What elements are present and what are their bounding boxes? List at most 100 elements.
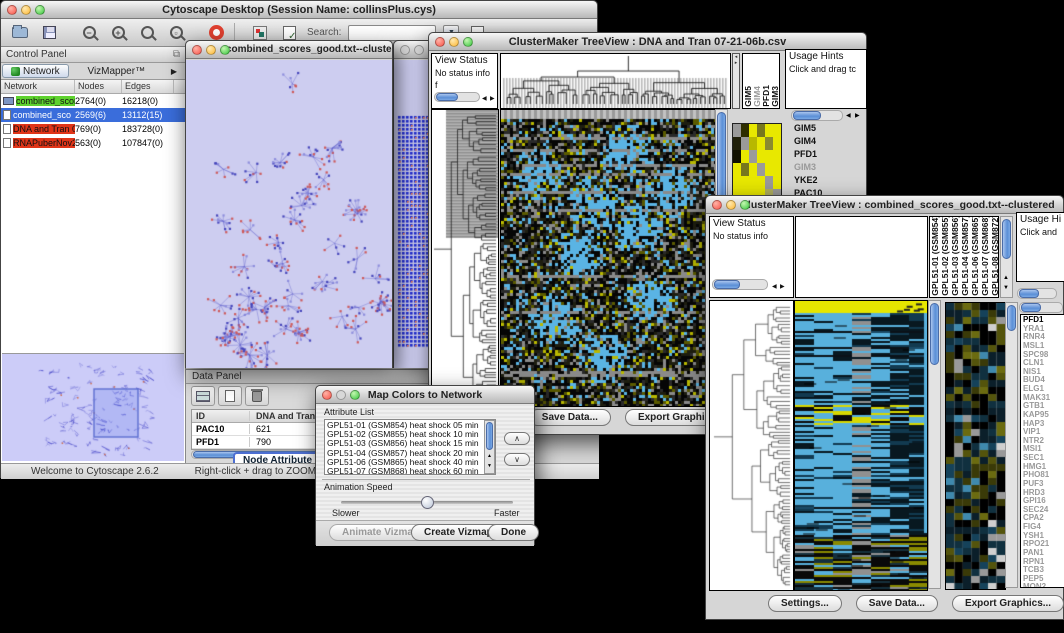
close-icon[interactable] — [192, 45, 202, 55]
tv2-gene-label[interactable]: MON2 — [1023, 583, 1063, 588]
tv1-column-dendrogram[interactable] — [500, 53, 731, 109]
heatmap-cell[interactable] — [749, 150, 757, 163]
heatmap-cell[interactable] — [749, 163, 757, 176]
tv1-zoom-heatmap[interactable] — [732, 123, 782, 203]
tv1-zoom-row-label[interactable]: PFD1 — [794, 148, 822, 161]
tv2-button[interactable]: Export Graphics... — [952, 595, 1064, 612]
treeview2-titlebar[interactable]: ClusterMaker TreeView : combined_scores_… — [706, 196, 1063, 214]
heatmap-cell[interactable] — [757, 124, 765, 137]
heatmap-cell[interactable] — [773, 176, 781, 189]
zoom-fit-icon[interactable] — [136, 23, 158, 43]
scroll-up-icon[interactable]: ▲ — [1003, 275, 1009, 281]
tv2-global-heatmap[interactable] — [794, 300, 928, 591]
tv1-status-scroll-thumb[interactable] — [436, 93, 458, 101]
minimize-icon[interactable] — [206, 45, 216, 55]
birdseye-canvas[interactable] — [2, 355, 184, 461]
attribute-select-button[interactable] — [191, 386, 215, 406]
scroll-left-icon[interactable]: ◀ — [772, 281, 777, 293]
tv1-mini-scrollbar[interactable]: ◂▸ — [732, 53, 740, 109]
minimize-icon[interactable] — [726, 200, 736, 210]
network-list-row[interactable]: combined_sco2569(6)13112(15) — [1, 108, 185, 122]
scroll-right-icon[interactable]: ▶ — [780, 281, 785, 293]
tab-network[interactable]: Network — [2, 64, 69, 78]
heatmap-cell[interactable] — [749, 137, 757, 150]
zoom-window-icon[interactable] — [35, 5, 45, 15]
zoom-in-icon[interactable]: + — [107, 23, 129, 43]
heatmap-cell[interactable] — [749, 176, 757, 189]
attribute-list-vscrollbar[interactable]: ▲ ▼ — [484, 420, 495, 474]
heatmap-cell[interactable] — [757, 176, 765, 189]
network1-titlebar[interactable]: combined_scores_good.txt--cluste... — [186, 41, 392, 59]
heatmap-cell[interactable] — [733, 137, 741, 150]
tv2-column-label[interactable]: GPL51-07 (GSM868) — [981, 216, 990, 296]
tab-overflow-arrow-icon[interactable]: ▶ — [163, 63, 185, 79]
move-down-button[interactable]: ∨ — [504, 453, 530, 466]
scroll-down-icon[interactable]: ▼ — [487, 463, 492, 469]
tv2-column-label[interactable]: GPL51-03 (GSM856) — [951, 216, 960, 296]
heatmap-cell[interactable] — [773, 124, 781, 137]
network-table-header[interactable]: Network Nodes Edges — [1, 80, 185, 94]
tv2-button[interactable]: Settings... — [768, 595, 842, 612]
tv2-hints-scroll-thumb[interactable] — [1019, 289, 1039, 298]
tv1-zoom-row-label[interactable]: GIM5 — [794, 122, 822, 135]
tv2-column-label[interactable]: GPL51-02 (GSM855) — [941, 216, 950, 296]
heatmap-cell[interactable] — [765, 150, 773, 163]
network-list-row[interactable]: RNAPuberNov2+I563(0)107847(0) — [1, 136, 185, 150]
dialog-titlebar[interactable]: Map Colors to Network — [316, 386, 534, 404]
float-panel-icon[interactable]: ⧉ — [173, 49, 180, 60]
scroll-right-icon[interactable]: ▶ — [855, 112, 860, 119]
tv1-zoom-hscrollbar[interactable] — [791, 110, 843, 121]
new-attribute-button[interactable] — [218, 386, 242, 406]
attribute-list-scroll-thumb[interactable] — [486, 422, 493, 450]
search-input[interactable] — [348, 25, 436, 41]
scroll-right-icon[interactable]: ▶ — [490, 93, 495, 105]
close-icon[interactable] — [712, 200, 722, 210]
tv1-button[interactable]: Save Data... — [529, 409, 611, 426]
heatmap-cell[interactable] — [733, 124, 741, 137]
close-icon[interactable] — [7, 5, 17, 15]
heatmap-cell[interactable] — [733, 150, 741, 163]
zoom-window-icon[interactable] — [463, 37, 473, 47]
heatmap-cell[interactable] — [741, 163, 749, 176]
tv2-row-dendrogram[interactable] — [709, 300, 794, 591]
zoom-selected-icon[interactable]: ▫ — [165, 23, 187, 43]
tv2-vscroll-thumb[interactable] — [930, 303, 939, 365]
tv2-collabel-vscrollbar[interactable]: ▲ ▼ — [1000, 216, 1013, 298]
heatmap-cell[interactable] — [757, 150, 765, 163]
tab-vizmapper[interactable]: VizMapper™ — [70, 63, 163, 79]
main-titlebar[interactable]: Cytoscape Desktop (Session Name: collins… — [1, 1, 597, 19]
heatmap-cell[interactable] — [749, 124, 757, 137]
tv2-column-label[interactable]: GPL51-04 (GSM857) — [961, 216, 970, 296]
heatmap-cell[interactable] — [773, 163, 781, 176]
zoom-window-icon[interactable] — [740, 200, 750, 210]
tv2-collabel-scroll-thumb[interactable] — [1002, 219, 1011, 259]
tv2-zoom-scroll-thumb[interactable] — [1007, 305, 1016, 331]
network-list-row[interactable]: combined_scores2764(0)16218(0) — [1, 94, 185, 108]
heatmap-cell[interactable] — [741, 124, 749, 137]
zoom-out-icon[interactable]: − — [78, 23, 100, 43]
delete-attribute-button[interactable] — [245, 386, 269, 406]
heatmap-cell[interactable] — [741, 176, 749, 189]
birdseye-view[interactable] — [2, 353, 184, 461]
close-icon[interactable] — [435, 37, 445, 47]
heatmap-cell[interactable] — [765, 163, 773, 176]
tv2-column-label[interactable]: GPL51-06 (GSM865) — [971, 216, 980, 296]
tv2-vscrollbar[interactable] — [928, 300, 941, 589]
minimize-icon[interactable] — [336, 390, 346, 400]
close-icon[interactable] — [322, 390, 332, 400]
heatmap-cell[interactable] — [773, 150, 781, 163]
minimize-icon[interactable] — [414, 45, 424, 55]
heatmap-cell[interactable] — [757, 137, 765, 150]
tv2-status-scroll-thumb[interactable] — [714, 280, 740, 289]
open-session-button[interactable] — [9, 23, 31, 43]
tv2-genelabel-hscrollbar[interactable] — [1019, 302, 1063, 313]
tv2-genelabel-scroll-thumb[interactable] — [1021, 303, 1041, 312]
tv2-column-label[interactable]: GPL51-01 (GSM854) — [931, 216, 940, 296]
heatmap-cell[interactable] — [765, 176, 773, 189]
zoom-window-icon[interactable] — [220, 45, 230, 55]
heatmap-cell[interactable] — [733, 163, 741, 176]
scroll-up-icon[interactable]: ▲ — [487, 453, 492, 459]
tv2-zoom-vscrollbar[interactable] — [1005, 302, 1018, 588]
attribute-list-item[interactable]: GPL51-07 (GSM868) heat shock 60 min — [327, 467, 493, 475]
done-button[interactable]: Done — [488, 524, 539, 541]
